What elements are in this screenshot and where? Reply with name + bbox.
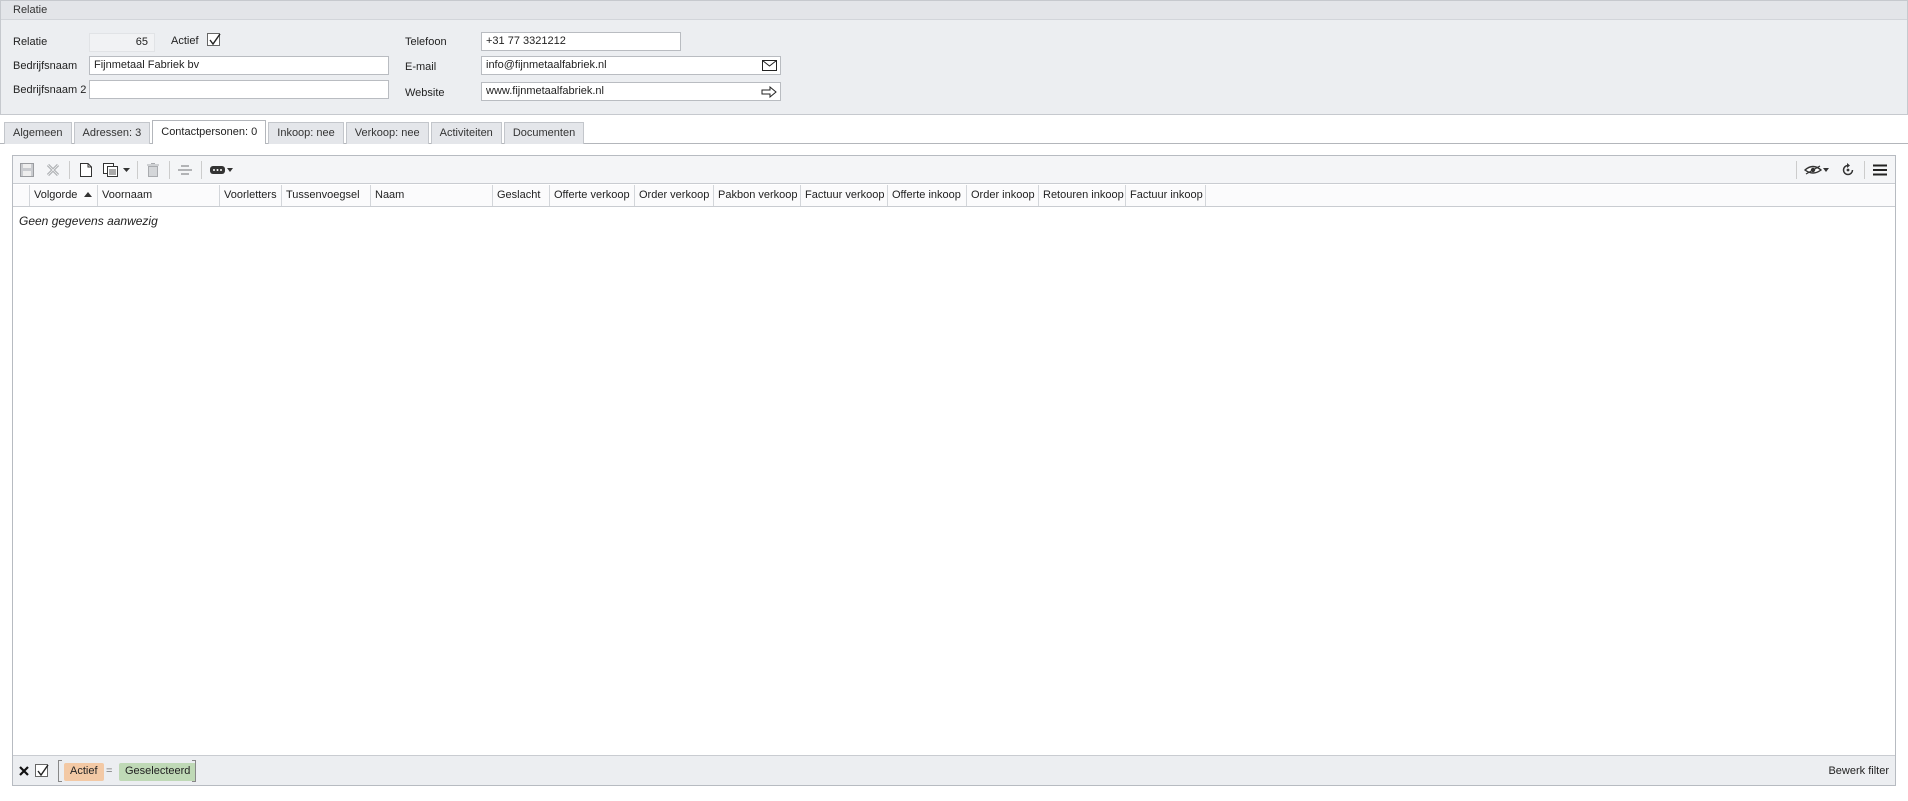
more-actions-icon — [210, 166, 233, 174]
relatie-label: Relatie — [13, 36, 48, 48]
column-offerte-inkoop[interactable]: Offerte inkoop — [888, 185, 967, 206]
column-label: Volgorde — [34, 189, 78, 201]
column-factuur-inkoop[interactable]: Factuur inkoop — [1126, 185, 1206, 206]
tab-strip: Algemeen Adressen: 3 Contactpersonen: 0 … — [4, 120, 586, 144]
envelope-icon — [761, 60, 777, 71]
copy-button[interactable] — [101, 161, 121, 179]
email-label: E-mail — [405, 61, 437, 73]
row-selector-header[interactable] — [13, 185, 30, 206]
filter-enabled-checkbox[interactable] — [35, 764, 49, 777]
column-retouren-inkoop[interactable]: Retouren inkoop — [1039, 185, 1126, 206]
filter-operator: = — [106, 765, 113, 777]
toolbar-separator — [169, 161, 170, 179]
new-record-button[interactable] — [76, 161, 96, 179]
refresh-icon — [1842, 163, 1854, 176]
telefoon-label: Telefoon — [405, 36, 447, 48]
toolbar-separator — [69, 161, 70, 179]
delete-button[interactable] — [143, 161, 163, 179]
toolbar-separator — [137, 161, 138, 179]
tab-inkoop[interactable]: Inkoop: nee — [268, 122, 344, 144]
column-factuur-verkoop[interactable]: Factuur verkoop — [801, 185, 888, 206]
column-offerte-verkoop[interactable]: Offerte verkoop — [550, 185, 635, 206]
column-pakbon-verkoop[interactable]: Pakbon verkoop — [714, 185, 801, 206]
checkmark-icon — [37, 764, 49, 777]
chevron-down-icon — [122, 168, 130, 172]
column-tussenvoegsel[interactable]: Tussenvoegsel — [282, 185, 371, 206]
copy-dropdown-button[interactable] — [120, 161, 132, 179]
toolbar-separator — [201, 161, 202, 179]
strikethrough-icon — [178, 165, 192, 175]
empty-message: Geen gegevens aanwezig — [19, 214, 158, 228]
open-website-button[interactable] — [759, 84, 779, 99]
actief-label: Actief — [171, 35, 199, 47]
actief-checkbox[interactable] — [207, 33, 221, 46]
hamburger-menu-icon — [1873, 164, 1887, 176]
panel-title: Relatie — [1, 1, 1907, 20]
save-button[interactable] — [17, 161, 37, 179]
send-email-button[interactable] — [759, 58, 779, 73]
save-icon — [20, 163, 34, 177]
filter-value-chip[interactable]: Geselecteerd — [119, 763, 197, 781]
edit-filter-link[interactable]: Bewerk filter — [1828, 765, 1889, 777]
contactpersonen-grid: Volgorde Voornaam Voorletters Tussenvoeg… — [12, 155, 1896, 786]
bedrijfsnaam2-field[interactable] — [89, 80, 389, 99]
filter-bracket-left — [58, 760, 62, 782]
relatie-panel: Relatie Relatie 65 Actief Bedrijfsnaam F… — [0, 0, 1908, 115]
bedrijfsnaam-label: Bedrijfsnaam — [13, 60, 78, 72]
checkmark-icon — [209, 33, 221, 46]
column-header-row: Volgorde Voornaam Voorletters Tussenvoeg… — [13, 185, 1895, 207]
tab-activiteiten[interactable]: Activiteiten — [430, 122, 502, 144]
grid-toolbar — [13, 156, 1895, 184]
tab-algemeen[interactable]: Algemeen — [4, 122, 72, 144]
clear-filter-button[interactable] — [17, 762, 31, 780]
tab-contactpersonen[interactable]: Contactpersonen: 0 — [152, 120, 267, 144]
toolbar-separator — [1796, 161, 1797, 179]
trash-icon — [147, 163, 159, 177]
telefoon-field[interactable]: +31 77 3321212 — [481, 32, 681, 51]
close-icon — [19, 766, 29, 776]
filter-bracket-right — [192, 760, 196, 782]
bedrijfsnaam2-label: Bedrijfsnaam 2 — [13, 84, 87, 96]
column-volgorde[interactable]: Volgorde — [30, 185, 98, 206]
actions-menu-button[interactable] — [208, 161, 236, 179]
tab-documenten[interactable]: Documenten — [503, 122, 585, 144]
column-order-inkoop[interactable]: Order inkoop — [967, 185, 1039, 206]
sort-ascending-icon — [83, 192, 92, 197]
bedrijfsnaam-field[interactable]: Fijnmetaal Fabriek bv — [89, 56, 389, 75]
filter-field-chip[interactable]: Actief — [64, 763, 104, 781]
tab-verkoop[interactable]: Verkoop: nee — [345, 122, 429, 144]
column-voornaam[interactable]: Voornaam — [98, 185, 220, 206]
tab-adressen[interactable]: Adressen: 3 — [73, 122, 151, 144]
cancel-button[interactable] — [43, 161, 63, 179]
arrow-right-icon — [761, 85, 777, 98]
column-naam[interactable]: Naam — [371, 185, 493, 206]
copy-icon — [103, 163, 118, 177]
email-value: info@fijnmetaalfabriek.nl — [486, 59, 607, 71]
eye-icon — [1804, 165, 1829, 175]
relatie-number-field: 65 — [89, 33, 155, 52]
new-document-icon — [80, 163, 92, 177]
email-field[interactable]: info@fijnmetaalfabriek.nl — [481, 56, 781, 75]
column-voorletters[interactable]: Voorletters — [220, 185, 282, 206]
filter-bar: Actief = Geselecteerd Bewerk filter — [13, 755, 1895, 785]
column-order-verkoop[interactable]: Order verkoop — [635, 185, 714, 206]
strikethrough-button[interactable] — [175, 161, 195, 179]
view-options-button[interactable] — [1803, 161, 1831, 179]
cancel-icon — [46, 163, 60, 177]
refresh-button[interactable] — [1838, 161, 1858, 179]
website-label: Website — [405, 87, 445, 99]
main-menu-button[interactable] — [1870, 161, 1890, 179]
column-geslacht[interactable]: Geslacht — [493, 185, 550, 206]
website-value: www.fijnmetaalfabriek.nl — [486, 85, 604, 97]
toolbar-separator — [1864, 161, 1865, 179]
website-field[interactable]: www.fijnmetaalfabriek.nl — [481, 82, 781, 101]
